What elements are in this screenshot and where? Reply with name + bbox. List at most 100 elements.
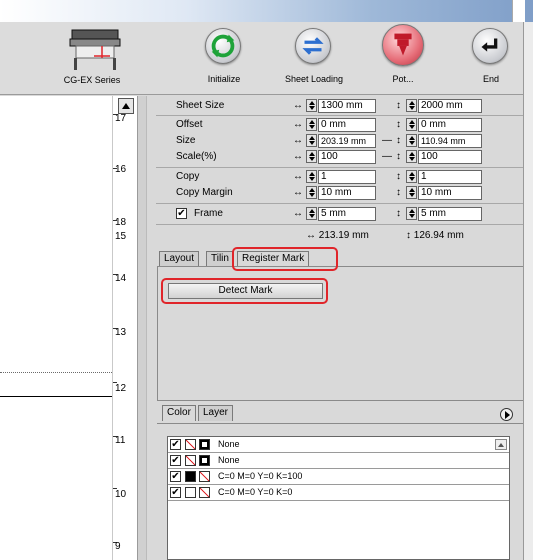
stroke-none-swatch	[199, 487, 210, 498]
list-scroll-up[interactable]	[495, 439, 507, 450]
color-row[interactable]: ✔ None	[168, 437, 509, 453]
frame-checkbox[interactable]: ✔	[176, 208, 187, 219]
tab-register-mark[interactable]: Register Mark	[237, 251, 310, 266]
color-row-checkbox[interactable]: ✔	[170, 487, 181, 498]
color-name: None	[218, 439, 240, 449]
frame-h-field[interactable]: 5 mm	[418, 207, 482, 221]
ruler-number: 18	[115, 217, 127, 228]
scale-w-stepper[interactable]	[306, 150, 317, 163]
fill-swatch	[185, 487, 196, 498]
sheet-loading-button[interactable]: Sheet Loading	[285, 28, 343, 84]
tab-layer[interactable]: Layer	[198, 405, 234, 421]
plot-label: Pot...	[392, 74, 414, 84]
sheet-size-row: Sheet Size ↔ 1300 mm ↕ 2000 mm	[156, 98, 523, 114]
ruler-number: 11	[115, 435, 126, 446]
separator	[156, 167, 523, 168]
size-w-field[interactable]: 203.19 mm	[318, 134, 376, 148]
height-arrow-icon: ↕	[396, 171, 401, 182]
size-h-field[interactable]: 110.94 mm	[418, 134, 482, 148]
ruler-number: 12	[115, 383, 127, 394]
copy-margin-h-stepper[interactable]	[406, 186, 417, 199]
color-name: None	[218, 455, 240, 465]
offset-y-field[interactable]: 0 mm	[418, 118, 482, 132]
color-list: ✔ None ✔ None ✔ C=0 M=0 Y=0 K=100 ✔ C=0 …	[167, 436, 510, 560]
copy-h-stepper[interactable]	[406, 170, 417, 183]
color-row[interactable]: ✔ C=0 M=0 Y=0 K=100	[168, 469, 509, 485]
detect-mark-button[interactable]: Detect Mark	[168, 283, 323, 299]
size-h-stepper[interactable]	[406, 134, 417, 147]
sheet-width-field[interactable]: 1300 mm	[318, 99, 376, 113]
frame-h-stepper[interactable]	[406, 207, 417, 220]
ruler-number: 15	[115, 231, 127, 242]
link-dash-icon: —	[382, 135, 392, 146]
total-width-readout: ↔ 213.19 mm	[306, 230, 369, 241]
color-row[interactable]: ✔ C=0 M=0 Y=0 K=0	[168, 485, 509, 501]
scale-w-field[interactable]: 100	[318, 150, 376, 164]
height-arrow-icon: ↕	[396, 151, 401, 162]
offset-y-stepper[interactable]	[406, 118, 417, 131]
sheet-loading-icon	[295, 28, 331, 64]
scroll-up-button[interactable]	[118, 98, 134, 114]
layout-tabs: Layout Tilin Register Mark	[157, 249, 525, 267]
plot-button[interactable]: Pot...	[382, 24, 424, 84]
ruler-number: 10	[115, 489, 127, 500]
vertical-ruler: 17 16 18 15 14 13 12 11 10 9	[112, 96, 137, 560]
copy-h-field[interactable]: 1	[418, 170, 482, 184]
panel-splitter[interactable]	[137, 96, 147, 560]
size-row: Size ↔ 203.19 mm — ↕ 110.94 mm	[156, 133, 523, 149]
tab-color[interactable]: Color	[162, 405, 196, 421]
tab-layout[interactable]: Layout	[159, 251, 200, 266]
copy-margin-row: Copy Margin ↔ 10 mm ↕ 10 mm	[156, 185, 523, 201]
title-bar	[0, 0, 533, 22]
copy-margin-w-stepper[interactable]	[306, 186, 317, 199]
color-layer-tabs: Color Layer	[160, 402, 520, 424]
color-name: C=0 M=0 Y=0 K=0	[218, 487, 293, 497]
copy-w-stepper[interactable]	[306, 170, 317, 183]
stroke-none-swatch	[199, 471, 210, 482]
separator	[156, 203, 523, 204]
scale-h-stepper[interactable]	[406, 150, 417, 163]
separator	[156, 115, 523, 116]
initialize-icon	[205, 28, 241, 64]
scale-h-field[interactable]: 100	[418, 150, 482, 164]
color-name: C=0 M=0 Y=0 K=100	[218, 471, 303, 481]
sheet-height-stepper[interactable]	[406, 99, 417, 112]
height-arrow-icon: ↕	[396, 208, 401, 219]
sheet-loading-label: Sheet Loading	[284, 74, 344, 84]
copy-margin-w-field[interactable]: 10 mm	[318, 186, 376, 200]
height-arrow-icon: ↕	[396, 187, 401, 198]
sheet-outline	[0, 396, 118, 560]
scale-label: Scale(%)	[176, 151, 217, 162]
width-arrow-icon: ↔	[293, 187, 303, 198]
sheet-width-stepper[interactable]	[306, 99, 317, 112]
ruler-number: 17	[115, 113, 127, 124]
offset-x-field[interactable]: 0 mm	[318, 118, 376, 132]
offset-x-stepper[interactable]	[306, 118, 317, 131]
color-row-checkbox[interactable]: ✔	[170, 439, 181, 450]
ruler-number: 9	[115, 541, 121, 552]
color-row-checkbox[interactable]: ✔	[170, 455, 181, 466]
width-arrow-icon: ↔	[293, 100, 303, 111]
copy-w-field[interactable]: 1	[318, 170, 376, 184]
frame-w-field[interactable]: 5 mm	[318, 207, 376, 221]
device-label: CG-EX Series	[63, 75, 121, 85]
end-icon	[472, 28, 508, 64]
sheet-height-field[interactable]: 2000 mm	[418, 99, 482, 113]
frame-w-stepper[interactable]	[306, 207, 317, 220]
end-button[interactable]: End	[472, 28, 510, 84]
separator	[156, 224, 523, 225]
tab-tiling[interactable]: Tilin	[206, 251, 234, 266]
device-button[interactable]: CG-EX Series	[62, 27, 122, 87]
panel-menu-icon[interactable]	[500, 408, 513, 421]
color-row[interactable]: ✔ None	[168, 453, 509, 469]
offset-row: Offset ↔ 0 mm ↕ 0 mm	[156, 117, 523, 133]
initialize-label: Initialize	[207, 74, 241, 84]
ruler-number: 16	[115, 164, 127, 175]
color-row-checkbox[interactable]: ✔	[170, 471, 181, 482]
size-w-stepper[interactable]	[306, 134, 317, 147]
copy-margin-label: Copy Margin	[176, 187, 233, 198]
stroke-swatch	[199, 439, 210, 450]
copy-margin-h-field[interactable]: 10 mm	[418, 186, 482, 200]
width-arrow-icon: ↔	[293, 119, 303, 130]
initialize-button[interactable]: Initialize	[205, 28, 243, 84]
